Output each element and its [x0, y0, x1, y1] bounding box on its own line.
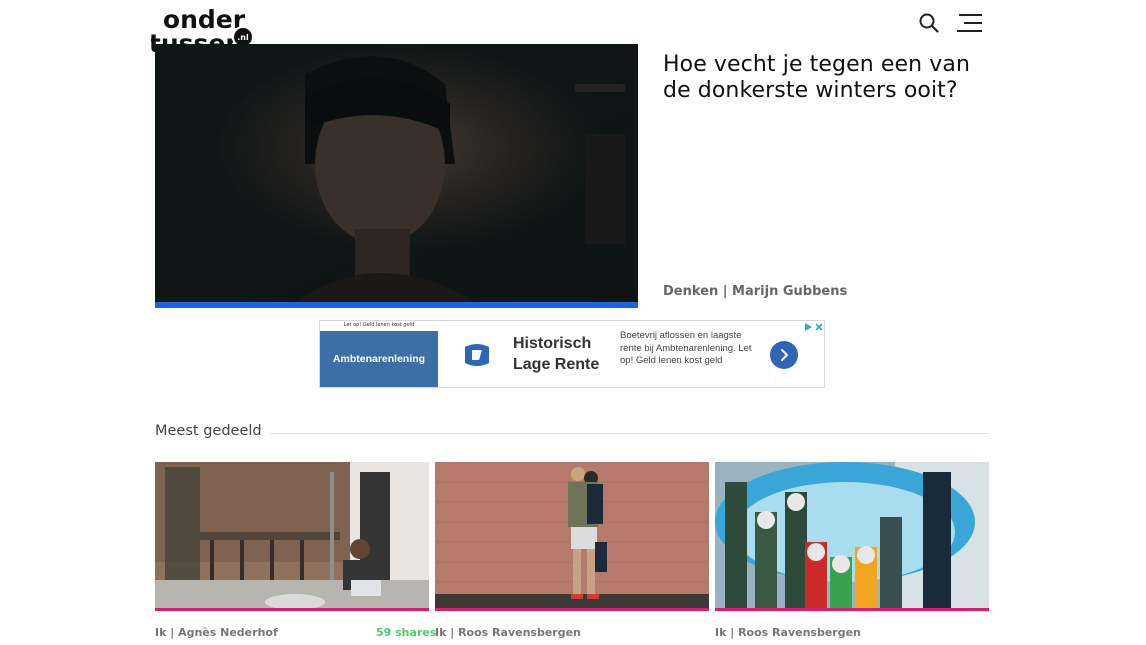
- article-card-accent-bar: [715, 608, 989, 611]
- ad-disclaimer: Let op! Geld lenen kost geld: [343, 322, 415, 328]
- ad-copy: Boetevrij aflossen en laagste rente bij …: [620, 330, 752, 366]
- hamburger-menu-icon[interactable]: [955, 12, 983, 34]
- hero-meta: Denken | Marijn Gubbens: [663, 284, 848, 299]
- article-card[interactable]: [155, 462, 429, 611]
- article-card[interactable]: [715, 462, 989, 611]
- article-card-accent-bar: [155, 608, 429, 611]
- article-card-meta: Ik | Agnès Nederhof: [155, 626, 278, 639]
- hero-image[interactable]: [155, 44, 638, 302]
- logo-badge: .nl: [237, 33, 249, 42]
- ad-brand-panel: Let op! Geld lenen kost geld Ambtenarenl…: [320, 321, 438, 387]
- article-card[interactable]: [435, 462, 709, 611]
- ad-brand-name: Ambtenarenlening: [320, 331, 438, 387]
- ad-banner[interactable]: Let op! Geld lenen kost geld Ambtenarenl…: [319, 320, 825, 388]
- hero-accent-bar: [155, 302, 638, 308]
- article-card-image: [715, 462, 989, 608]
- ad-logo-icon: [462, 340, 492, 370]
- article-card-shares: 59 shares: [376, 626, 437, 639]
- section-title-most-shared: Meest gedeeld: [155, 423, 262, 439]
- hero-title[interactable]: Hoe vecht je tegen een van de donkerste …: [663, 52, 993, 104]
- hero-photo: [155, 44, 638, 302]
- article-card-image: [435, 462, 709, 608]
- article-card-meta: Ik | Roos Ravensbergen: [715, 626, 861, 639]
- article-card-image: [155, 462, 429, 608]
- ad-choices-icon[interactable]: [804, 322, 824, 332]
- article-card-meta: Ik | Roos Ravensbergen: [435, 626, 581, 639]
- search-icon[interactable]: [918, 12, 940, 34]
- ad-headline: Historisch Lage Rente: [513, 335, 600, 373]
- chevron-right-icon[interactable]: [770, 341, 798, 369]
- section-divider: [270, 433, 989, 434]
- article-card-accent-bar: [435, 608, 709, 611]
